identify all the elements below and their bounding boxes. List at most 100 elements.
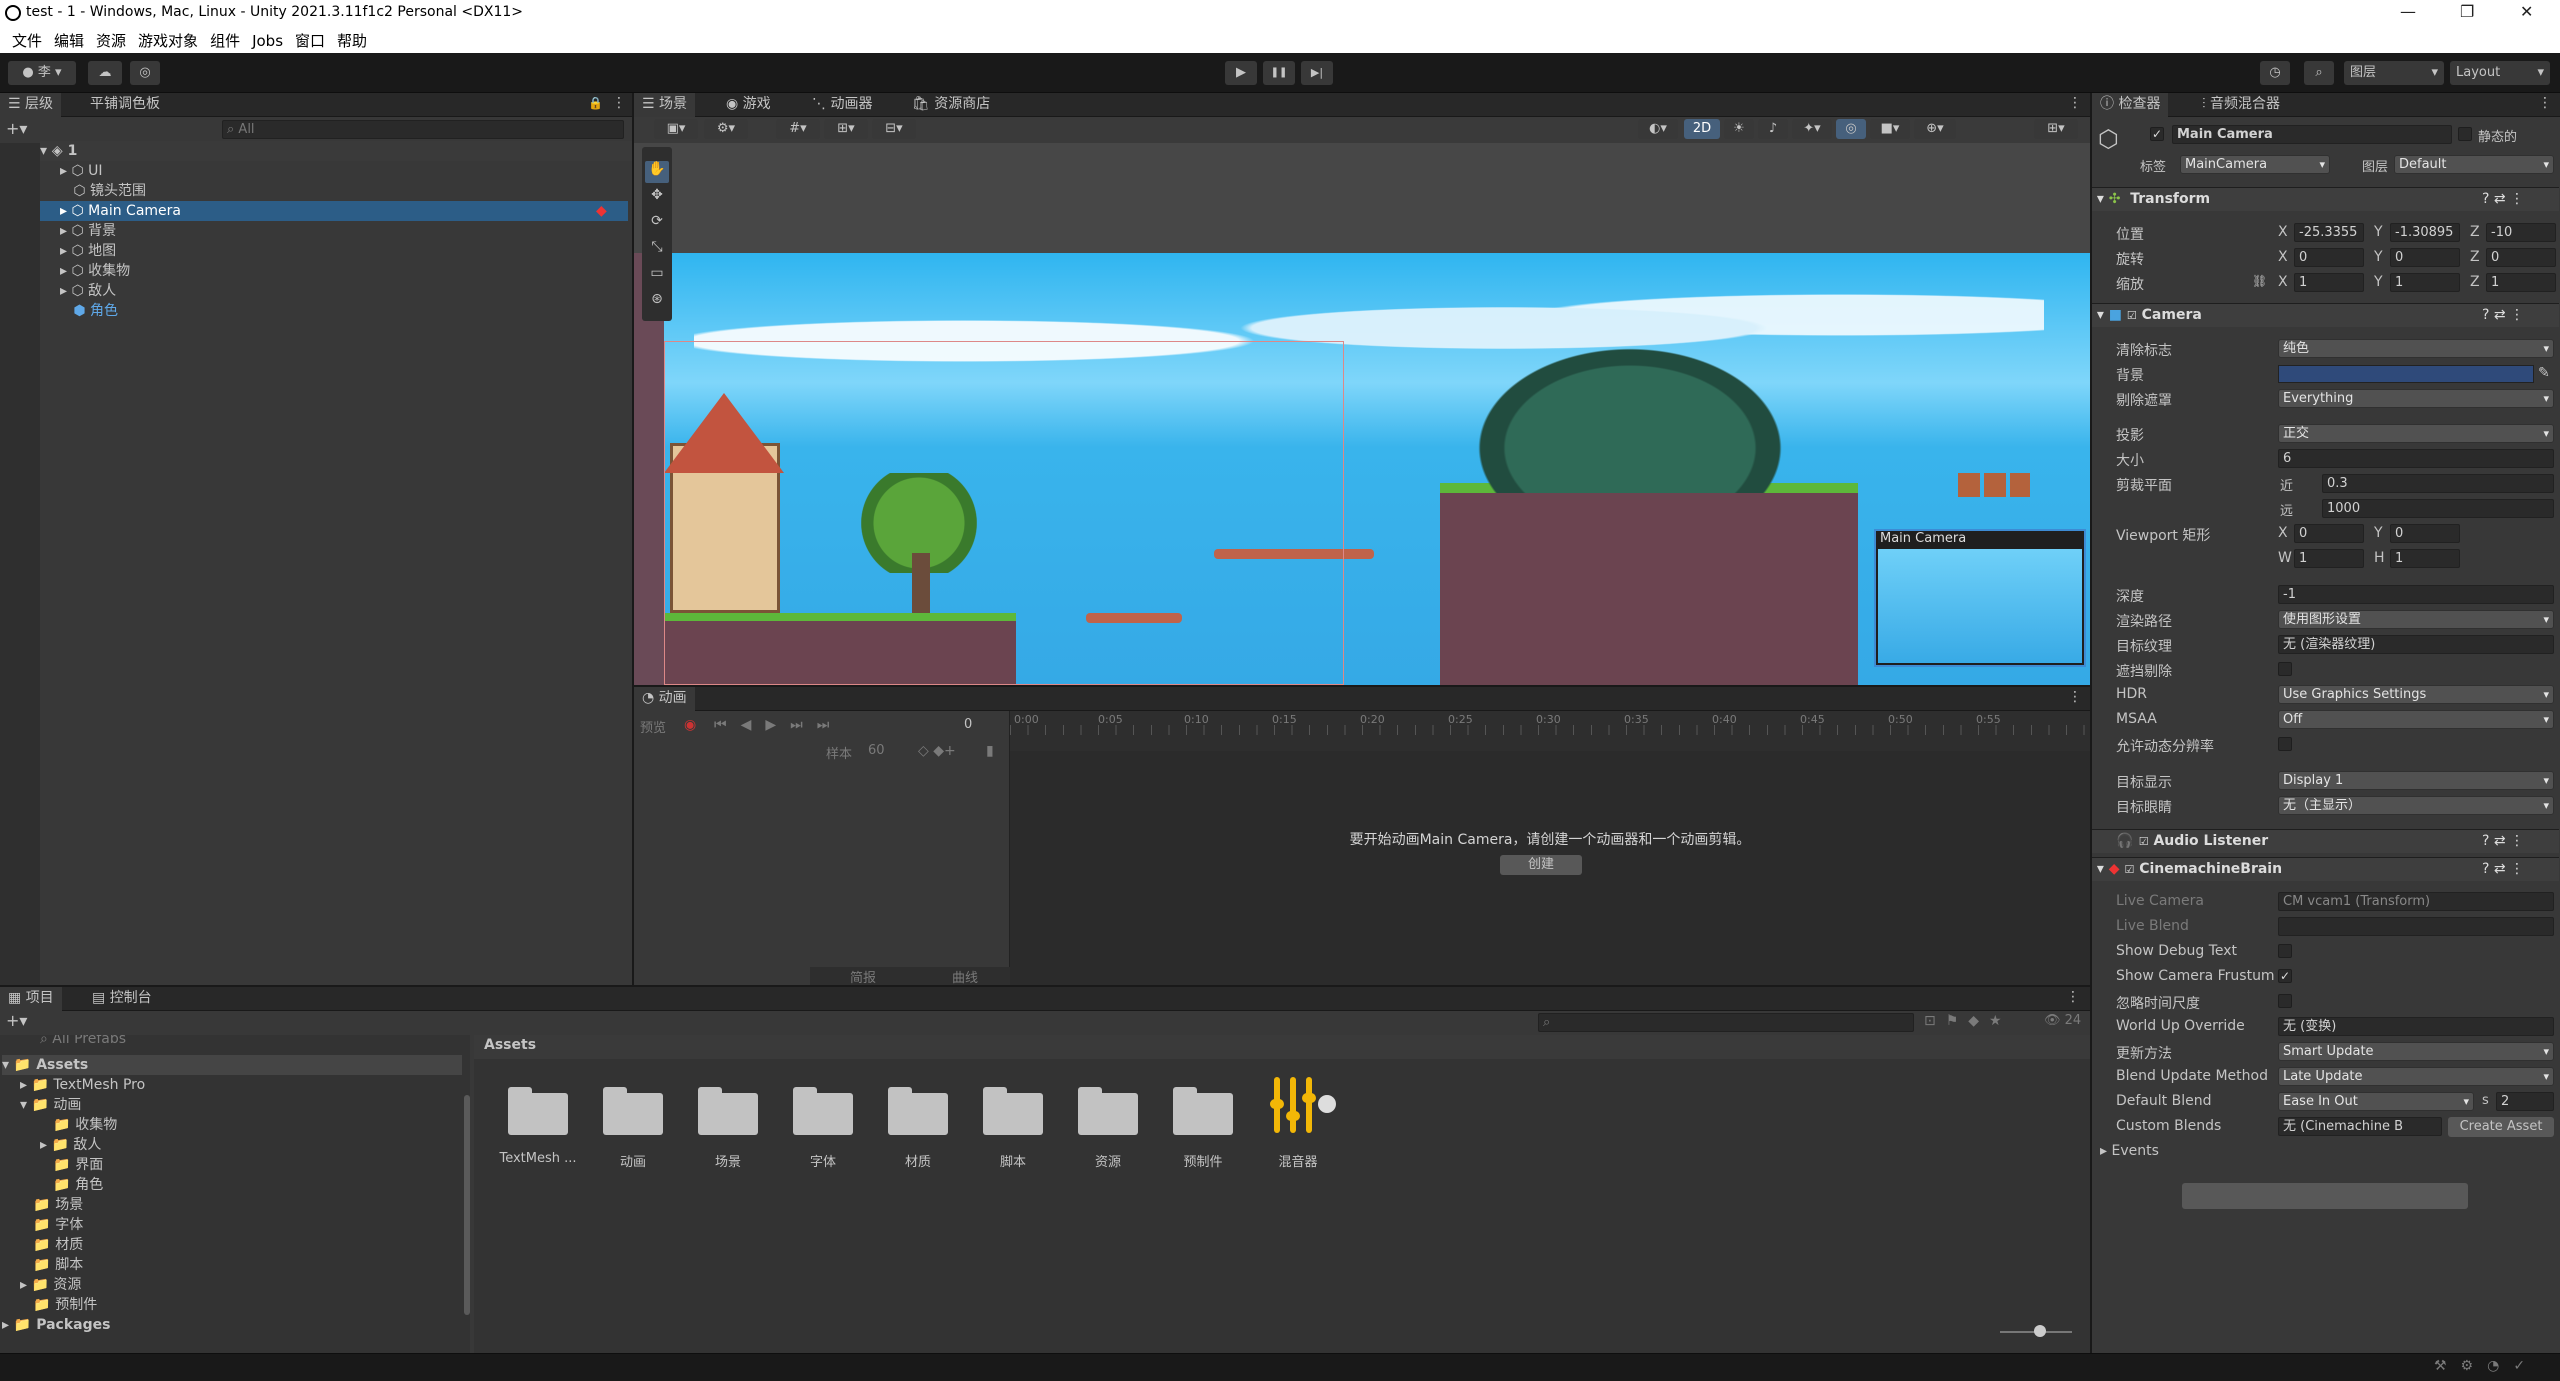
culling-mask-dropdown[interactable]: Everything <box>2278 389 2554 408</box>
folder-icon[interactable] <box>983 1083 1043 1135</box>
tree-item[interactable]: ▸ 📁 资源 <box>20 1275 81 1295</box>
target-display-dropdown[interactable]: Display 1 <box>2278 771 2554 790</box>
menu-edit[interactable]: 编辑 <box>54 30 84 51</box>
add-component-button[interactable] <box>2182 1183 2468 1209</box>
status-icons[interactable]: ⚒⚙◔✓ <box>2434 1358 2539 1374</box>
blend-time-input[interactable]: 2 <box>2496 1092 2554 1111</box>
depth-input[interactable]: -1 <box>2278 585 2554 604</box>
curves-tab[interactable]: 曲线 <box>952 967 978 986</box>
tree-item[interactable]: ▸ 📁 敌人 <box>40 1135 101 1155</box>
hierarchy-search-input[interactable]: ⌕ All <box>222 120 624 139</box>
folder-icon[interactable] <box>793 1083 853 1135</box>
more-icon[interactable]: ⋮ <box>2538 95 2552 111</box>
step-button[interactable]: ▶| <box>1301 61 1333 85</box>
update-method-dropdown[interactable]: Smart Update <box>2278 1042 2554 1061</box>
rotation-x-input[interactable]: 0 <box>2294 248 2364 267</box>
layout-dropdown[interactable]: Layout ▾ <box>2450 61 2550 85</box>
render-path-dropdown[interactable]: 使用图形设置 <box>2278 610 2554 629</box>
hierarchy-item-prefab[interactable]: ⬢ 角色 <box>60 301 118 321</box>
tree-item-assets[interactable]: ▾ 📁 Assets <box>2 1055 462 1075</box>
projection-dropdown[interactable]: 正交 <box>2278 424 2554 443</box>
dopesheet-tab[interactable]: 简报 <box>850 967 876 986</box>
scale-tool-icon[interactable]: ⤡ <box>645 239 669 255</box>
create-asset-button[interactable]: Create Asset <box>2448 1117 2554 1137</box>
camera-frustum-checkbox[interactable]: ✓ <box>2278 969 2292 983</box>
transform-tool-icon[interactable]: ⊛ <box>645 291 669 307</box>
size-input[interactable]: 6 <box>2278 449 2554 468</box>
orientation-icon[interactable]: ◐▾ <box>1638 119 1678 139</box>
add-button[interactable]: +▾ <box>6 119 27 138</box>
snap-icon[interactable]: ⊞▾ <box>824 119 868 139</box>
events-foldout[interactable]: ▸ Events <box>2100 1143 2159 1159</box>
object-name-input[interactable]: Main Camera <box>2172 125 2452 144</box>
audio-icon[interactable]: ♪ <box>1758 119 1788 139</box>
default-blend-dropdown[interactable]: Ease In Out <box>2278 1092 2474 1111</box>
msaa-dropdown[interactable]: Off <box>2278 710 2554 729</box>
search-icon[interactable]: ⌕ <box>2304 61 2334 85</box>
play-button[interactable]: ▶ <box>1225 61 1257 85</box>
more-icon[interactable]: ⋮ <box>2066 989 2080 1005</box>
layer-dropdown[interactable]: Default <box>2394 155 2554 174</box>
rotate-tool-icon[interactable]: ⟳ <box>645 213 669 229</box>
tab-game[interactable]: ◉ 游戏 <box>718 93 779 117</box>
effects-icon[interactable]: ✦▾ <box>1792 119 1832 139</box>
more-icon[interactable]: ⋮ <box>2068 95 2082 111</box>
lock-icon[interactable]: 🔒 <box>588 96 603 110</box>
far-clip-input[interactable]: 1000 <box>2322 499 2554 518</box>
tab-asset-store[interactable]: 🛍 资源商店 <box>904 93 998 117</box>
tab-scene[interactable]: ☰ 场景 <box>634 93 696 117</box>
tree-item[interactable]: ▾ 📁 动画 <box>20 1095 81 1115</box>
rect-tool-icon[interactable]: ▭ <box>645 265 669 281</box>
samples-field[interactable]: 60 <box>868 743 885 758</box>
ignore-timescale-checkbox[interactable] <box>2278 994 2292 1008</box>
tree-scrollbar[interactable] <box>464 1095 470 1315</box>
viewport-h-input[interactable]: 1 <box>2390 549 2460 568</box>
minimize-button[interactable]: — <box>2400 2 2416 21</box>
scale-x-input[interactable]: 1 <box>2294 273 2364 292</box>
tree-item[interactable]: 📁 字体 <box>20 1215 83 1235</box>
tab-inspector[interactable]: ⓘ 检查器 <box>2092 93 2169 117</box>
menu-gameobject[interactable]: 游戏对象 <box>138 30 198 51</box>
cloud-icon[interactable]: ☁ <box>88 61 122 85</box>
hierarchy-item-selected[interactable]: ▸ ⬡ Main Camera ◆ <box>40 201 628 221</box>
tree-item[interactable]: ▸ 📁 TextMesh Pro <box>20 1075 145 1095</box>
audio-mixer-icon[interactable] <box>1270 1073 1336 1139</box>
custom-blends-field[interactable]: 无 (Cinemachine B <box>2278 1117 2442 1136</box>
menu-assets[interactable]: 资源 <box>96 30 126 51</box>
playback-controls[interactable]: ⏮◀▶⏭⏭ <box>714 717 843 733</box>
project-search-input[interactable]: ⌕ <box>1538 1013 1914 1032</box>
viewport-w-input[interactable]: 1 <box>2294 549 2364 568</box>
visibility-icon[interactable]: ◎ <box>1836 119 1866 139</box>
event-icon[interactable]: ▮ <box>986 743 994 759</box>
tag-dropdown[interactable]: MainCamera <box>2180 155 2330 174</box>
lighting-icon[interactable]: ☀ <box>1724 119 1754 139</box>
scene-camera-icon[interactable]: ■▾ <box>1870 119 1910 139</box>
dynamic-resolution-checkbox[interactable] <box>2278 737 2292 751</box>
record-button[interactable]: ◉ <box>684 717 696 733</box>
draw-mode-icon[interactable]: ▣▾ <box>654 119 698 139</box>
folder-icon[interactable] <box>1078 1083 1138 1135</box>
tab-animation[interactable]: ◔ 动画 <box>634 687 695 711</box>
increment-snap-icon[interactable]: ⊟▾ <box>872 119 916 139</box>
zoom-slider-handle[interactable] <box>2034 1325 2046 1337</box>
2d-toggle-button[interactable]: 2D <box>1684 119 1720 139</box>
transform-header[interactable]: ▾ ✣ Transform? ⇄ ⋮ <box>2092 187 2559 211</box>
constrain-scale-icon[interactable]: ⛓ <box>2252 274 2267 288</box>
close-button[interactable]: ✕ <box>2520 2 2533 21</box>
more-icon[interactable]: ⋮ <box>612 95 626 111</box>
tree-item[interactable]: 📁 脚本 <box>20 1255 83 1275</box>
eyedropper-icon[interactable]: ✎ <box>2538 365 2550 381</box>
tree-item[interactable]: 📁 材质 <box>20 1235 83 1255</box>
clear-flags-dropdown[interactable]: 纯色 <box>2278 339 2554 358</box>
timeline-ruler[interactable]: 0:00 0:05 0:10 0:15 0:20 0:25 0:30 0:35 … <box>1010 711 2090 751</box>
add-button[interactable]: +▾ <box>6 1011 27 1030</box>
background-color-swatch[interactable] <box>2278 365 2534 383</box>
debug-text-checkbox[interactable] <box>2278 944 2292 958</box>
folder-icon[interactable] <box>698 1083 758 1135</box>
move-tool-icon[interactable]: ✥ <box>645 187 669 203</box>
hierarchy-item[interactable]: ▸ ⬡ 收集物 <box>60 261 130 281</box>
viewport-y-input[interactable]: 0 <box>2390 524 2460 543</box>
folder-icon[interactable] <box>1173 1083 1233 1135</box>
tab-animator[interactable]: ⋱ 动画器 <box>804 93 880 117</box>
tree-item[interactable]: 📁 角色 <box>40 1175 103 1195</box>
